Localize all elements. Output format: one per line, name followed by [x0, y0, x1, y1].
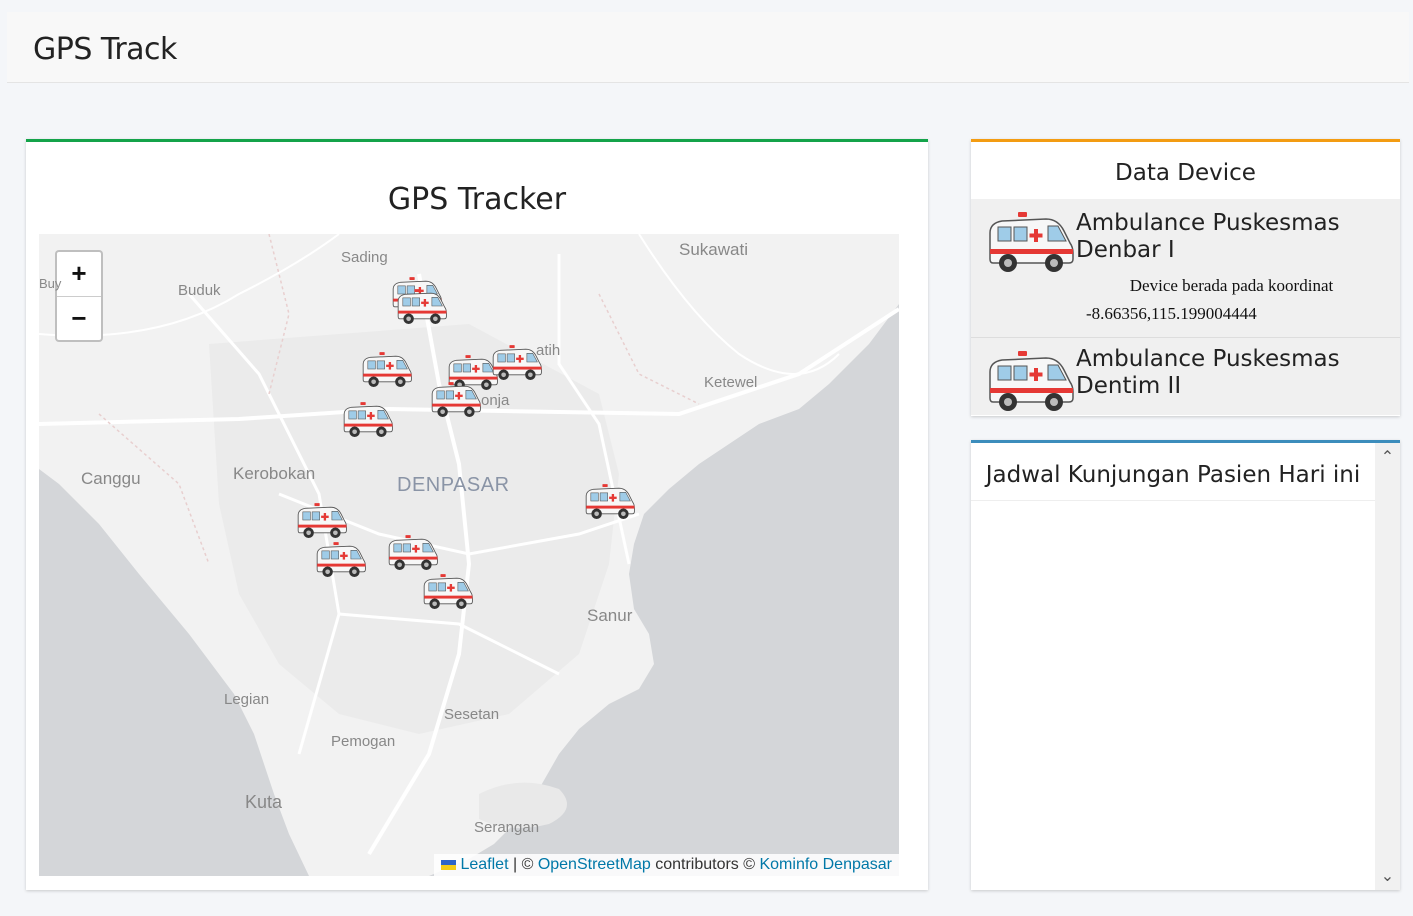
ambulance-marker[interactable] — [343, 399, 393, 439]
ambulance-icon — [988, 348, 1074, 412]
ambulance-marker[interactable] — [297, 500, 347, 540]
scroll-up-icon[interactable]: ⌃ — [1375, 447, 1400, 467]
device-card: Data Device Ambulance Puskesmas Denbar I… — [971, 139, 1400, 416]
map-card-title: GPS Tracker — [387, 182, 567, 217]
map-label-buduk: Buduk — [178, 282, 221, 299]
device-coordinate: -8.66356,115.199004444 — [1086, 304, 1257, 323]
kominfo-link[interactable]: Kominfo Denpasar — [759, 856, 892, 873]
attribution-contributors: contributors © — [650, 856, 760, 873]
map-label-sading: Sading — [341, 249, 388, 266]
zoom-out-button[interactable]: − — [57, 297, 101, 340]
device-item[interactable]: Ambulance Puskesmas Dentim II — [971, 338, 1400, 415]
map-attribution: Leaflet | © OpenStreetMap contributors ©… — [434, 854, 899, 876]
attribution-separator: | © — [508, 856, 538, 873]
map-label-buy: Buy — [39, 276, 62, 291]
ambulance-marker[interactable] — [316, 539, 366, 579]
zoom-control: + − — [55, 250, 103, 342]
map-label-sukawati: Sukawati — [679, 240, 748, 259]
map-tiles — [39, 234, 899, 876]
map-label-serangan: Serangan — [474, 819, 540, 836]
ambulance-marker[interactable] — [431, 379, 481, 419]
device-name: Ambulance Puskesmas Dentim II — [1076, 346, 1340, 399]
ambulance-marker[interactable] — [397, 286, 447, 326]
page-title: GPS Track — [33, 32, 177, 67]
map-label-pemogan: Pemogan — [331, 733, 396, 750]
map-card: GPS Tracker + − Sading Sukawati Buduk Bu… — [26, 139, 928, 890]
map-label-sanur: Sanur — [587, 606, 633, 625]
osm-link[interactable]: OpenStreetMap — [538, 856, 651, 873]
device-item[interactable]: Ambulance Puskesmas Denbar I Device bera… — [971, 199, 1400, 338]
ambulance-marker[interactable] — [388, 532, 438, 572]
ambulance-marker[interactable] — [423, 571, 473, 611]
map-label-sesetan: Sesetan — [444, 706, 500, 723]
scroll-down-icon[interactable]: ⌄ — [1375, 866, 1400, 886]
map-label-ketewel: Ketewel — [704, 374, 758, 391]
ambulance-marker[interactable] — [585, 481, 635, 521]
schedule-card-title: Jadwal Kunjungan Pasien Hari ini — [971, 443, 1375, 501]
schedule-scrollbar[interactable]: ⌃ ⌄ — [1375, 443, 1400, 890]
gps-map[interactable]: + − Sading Sukawati Buduk Buy atih Ketew… — [39, 234, 899, 876]
leaflet-link[interactable]: Leaflet — [460, 856, 508, 873]
map-label-denpasar: DENPASAR — [397, 474, 510, 496]
ambulance-marker[interactable] — [492, 342, 542, 382]
zoom-in-button[interactable]: + — [57, 252, 101, 297]
page-header: GPS Track — [7, 12, 1409, 83]
ambulance-marker[interactable] — [362, 349, 412, 389]
map-label-canggu: Canggu — [81, 469, 141, 488]
map-label-peguyangan: onja — [481, 392, 510, 409]
schedule-card: Jadwal Kunjungan Pasien Hari ini ⌃ ⌄ — [971, 440, 1400, 890]
map-label-kerobokan: Kerobokan — [233, 464, 316, 483]
ukraine-flag-icon — [441, 859, 457, 870]
device-name: Ambulance Puskesmas Denbar I — [1076, 210, 1340, 263]
device-coordinate-label: Device berada pada koordinat — [1129, 276, 1334, 295]
map-label-legian: Legian — [224, 691, 270, 708]
ambulance-icon — [988, 209, 1074, 273]
device-card-title: Data Device — [1115, 160, 1256, 186]
map-label-kuta: Kuta — [245, 792, 283, 812]
